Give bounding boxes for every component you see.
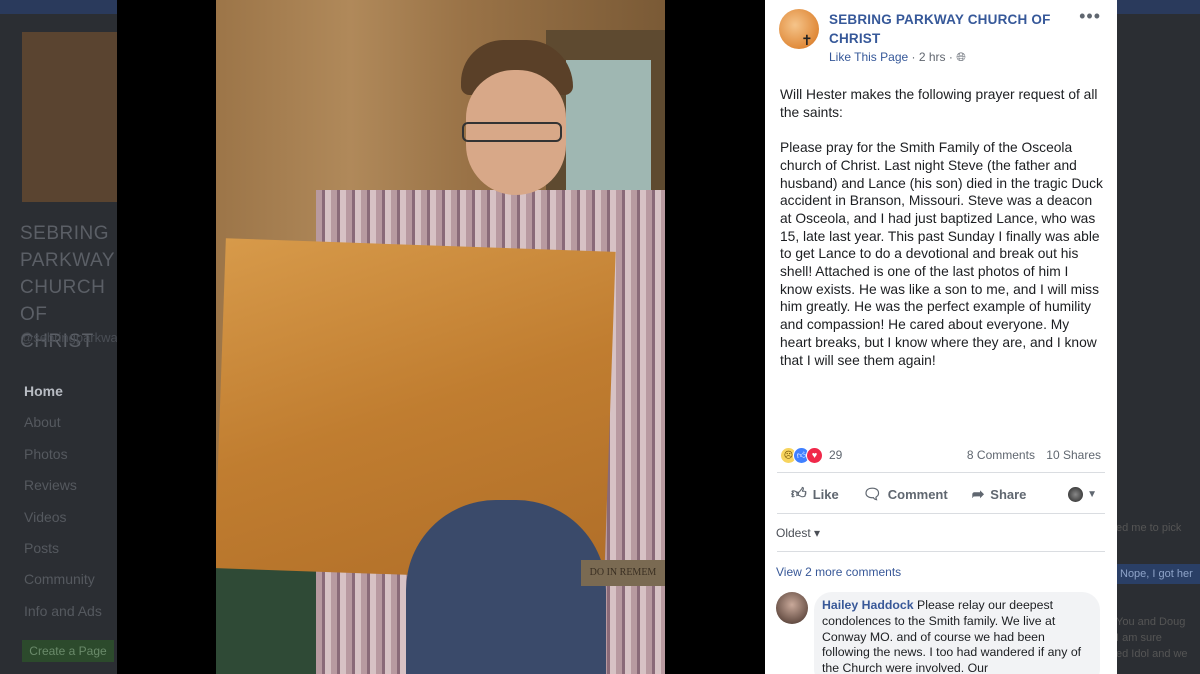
snippet: ed me to pick	[1116, 522, 1182, 534]
nav-videos[interactable]: Videos	[24, 506, 119, 537]
globe-icon: 🌐︎	[956, 50, 966, 64]
divider	[777, 551, 1105, 552]
post-panel: ✝ SEBRING PARKWAY CHURCH OF CHRIST ••• L…	[765, 0, 1117, 674]
share-button[interactable]: ➦ Share	[972, 485, 1027, 503]
create-page-button[interactable]: Create a Page	[22, 640, 114, 662]
account-avatar	[1068, 486, 1084, 502]
nav-info-and-ads[interactable]: Info and Ads	[24, 600, 119, 631]
separator: ·	[911, 50, 919, 64]
snippet: ed Idol and we	[1116, 648, 1188, 660]
more-options-icon[interactable]: •••	[1079, 6, 1101, 27]
jeans	[406, 500, 606, 674]
share-arrow-icon: ➦	[971, 486, 985, 503]
post-paragraph: Will Hester makes the following prayer r…	[780, 87, 1098, 120]
background-right-column: ed me to pick Nope, I got her You and Do…	[1116, 520, 1200, 662]
page-avatar[interactable]	[779, 9, 819, 49]
comment-sort-dropdown[interactable]: Oldest ▾	[776, 526, 820, 540]
action-bar: 👍︎ Like 🗨︎ Comment ➦ Share ▼	[777, 480, 1105, 508]
love-reaction-icon: ♥	[806, 446, 823, 464]
share-label: Share	[990, 486, 1027, 502]
profile-cover	[22, 32, 122, 202]
comment-bubble: Hailey Haddock Please relay our deepest …	[814, 592, 1100, 674]
divider	[777, 472, 1105, 473]
nav-photos[interactable]: Photos	[24, 443, 119, 474]
commenter-avatar[interactable]	[776, 592, 808, 624]
page-nav: Home About Photos Reviews Videos Posts C…	[24, 380, 119, 631]
snippet: I am sure	[1116, 632, 1162, 644]
snippet: You and Doug	[1116, 616, 1186, 628]
like-page-link[interactable]: Like This Page	[829, 50, 908, 64]
nav-posts[interactable]: Posts	[24, 537, 119, 568]
divider	[777, 513, 1105, 514]
reactions-summary[interactable]: ☹ 👍︎ ♥ 29	[780, 446, 842, 464]
comment-button[interactable]: 🗨︎ Comment	[863, 485, 948, 503]
like-button[interactable]: 👍︎ Like	[791, 485, 839, 503]
background-page-handle: @sebringparkwaychurchofchrist	[20, 330, 206, 345]
chevron-down-icon: ▼	[1087, 488, 1097, 500]
commenter-name[interactable]: Hailey Haddock	[822, 598, 914, 612]
post-page-name[interactable]: SEBRING PARKWAY CHURCH OF CHRIST	[829, 10, 1064, 48]
comment-icon: 🗨︎	[862, 486, 882, 503]
nav-about[interactable]: About	[24, 411, 119, 442]
like-label: Like	[812, 486, 839, 502]
thumbs-up-icon: 👍︎	[791, 485, 807, 502]
post-text: Will Hester makes the following prayer r…	[780, 86, 1104, 387]
reaction-count: 29	[829, 448, 843, 462]
snippet-highlight: Nope, I got her	[1116, 564, 1200, 584]
glasses	[462, 122, 562, 142]
nav-home[interactable]: Home	[24, 380, 119, 411]
post-paragraph: Please pray for the Smith Family of the …	[780, 140, 1103, 368]
comments-count[interactable]: 8 Comments	[967, 448, 1035, 462]
post-photo[interactable]: DO IN REMEM	[216, 0, 665, 674]
audience-selector[interactable]: ▼	[1068, 486, 1097, 502]
plaque: DO IN REMEM	[581, 560, 665, 586]
engagement-counts: 8 Comments 10 Shares	[959, 448, 1101, 462]
nav-community[interactable]: Community	[24, 568, 119, 599]
cross-icon: ✝	[801, 32, 813, 48]
nav-reviews[interactable]: Reviews	[24, 474, 119, 505]
post-meta: Like This Page · 2 hrs · 🌐︎	[829, 50, 966, 65]
comment-label: Comment	[887, 486, 948, 502]
shares-count[interactable]: 10 Shares	[1046, 448, 1101, 462]
post-time[interactable]: 2 hrs	[919, 50, 946, 64]
view-more-comments-link[interactable]: View 2 more comments	[776, 565, 901, 579]
